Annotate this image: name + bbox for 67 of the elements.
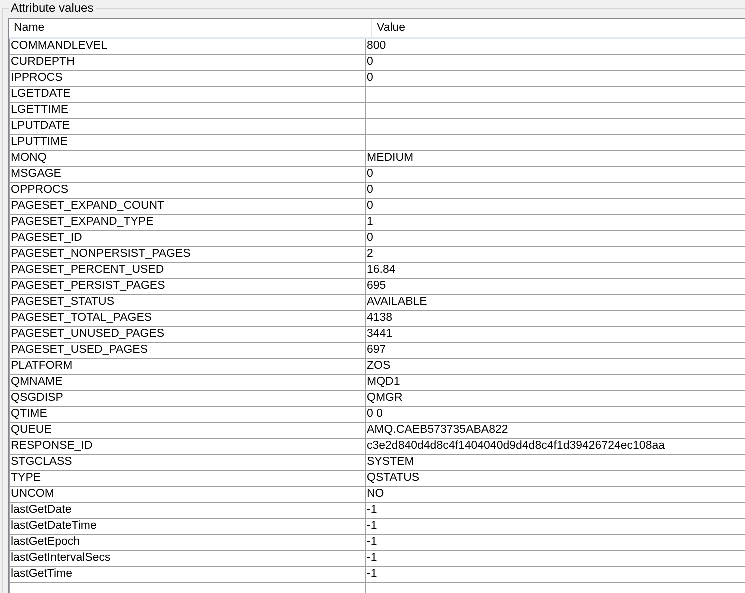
table-cell: MSGAGE bbox=[11, 168, 62, 180]
table-cell: PAGESET_EXPAND_TYPE bbox=[11, 216, 154, 228]
table-cell: TYPE bbox=[11, 472, 42, 484]
table-cell: 0 0 bbox=[367, 408, 383, 420]
table-cell: ZOS bbox=[367, 360, 391, 372]
table-cell: 0 bbox=[367, 200, 374, 212]
table-cell: CURDEPTH bbox=[11, 56, 75, 68]
table-cell: AVAILABLE bbox=[367, 296, 428, 308]
table-cell: 800 bbox=[367, 40, 386, 52]
table-cell: STGCLASS bbox=[11, 456, 72, 468]
table-cell: PAGESET_ID bbox=[11, 232, 82, 244]
table-cell: 16.84 bbox=[367, 264, 396, 276]
table-cell: NO bbox=[367, 488, 384, 500]
table-cell: 0 bbox=[367, 72, 374, 84]
table-cell: PAGESET_STATUS bbox=[11, 296, 115, 308]
table-cell: COMMANDLEVEL bbox=[11, 40, 108, 52]
table-cell: RESPONSE_ID bbox=[11, 440, 93, 452]
table-cell: 2 bbox=[367, 248, 374, 260]
table-cell: PAGESET_TOTAL_PAGES bbox=[11, 312, 152, 324]
table-cell: 0 bbox=[367, 168, 374, 180]
table-cell: c3e2d840d4d8c4f1404040d9d4d8c4f1d39426724ec108aa bbox=[367, 440, 666, 452]
table-cell: -1 bbox=[367, 520, 378, 532]
table-cell: LGETTIME bbox=[11, 104, 69, 116]
table-cell: MONQ bbox=[11, 152, 47, 164]
column-header[interactable]: Name bbox=[9, 19, 372, 37]
table-cell: PAGESET_NONPERSIST_PAGES bbox=[11, 248, 191, 260]
column-header[interactable]: Value bbox=[372, 19, 745, 37]
table-cell: -1 bbox=[367, 568, 378, 580]
table-cell: PAGESET_EXPAND_COUNT bbox=[11, 200, 165, 212]
table-cell: 695 bbox=[367, 280, 386, 292]
table-cell: PAGESET_PERCENT_USED bbox=[11, 264, 164, 276]
table-cell: lastGetDate bbox=[11, 504, 72, 516]
table-cell: 697 bbox=[367, 344, 386, 356]
table-cell: QSGDISP bbox=[11, 392, 64, 404]
group-title: Attribute values bbox=[9, 1, 96, 15]
table-cell: LPUTDATE bbox=[11, 120, 70, 132]
table-cell: 3441 bbox=[367, 328, 393, 340]
table-cell: AMQ.CAEB573735ABA822 bbox=[367, 424, 508, 436]
table-cell: -1 bbox=[367, 552, 378, 564]
table-cell: QMGR bbox=[367, 392, 403, 404]
table-cell: QMNAME bbox=[11, 376, 63, 388]
table-cell: MQD1 bbox=[367, 376, 400, 388]
table-cell: 0 bbox=[367, 232, 374, 244]
table-cell: PAGESET_UNUSED_PAGES bbox=[11, 328, 165, 340]
table-cell: QSTATUS bbox=[367, 472, 420, 484]
table-cell: lastGetEpoch bbox=[11, 536, 80, 548]
table-cell: lastGetIntervalSecs bbox=[11, 552, 111, 564]
table-cell: PLATFORM bbox=[11, 360, 73, 372]
table-cell: 1 bbox=[367, 216, 374, 228]
table-cell: LPUTTIME bbox=[11, 136, 68, 148]
table-cell: SYSTEM bbox=[367, 456, 414, 468]
table-cell: LGETDATE bbox=[11, 88, 71, 100]
table-cell: QTIME bbox=[11, 408, 48, 420]
table-cell: OPPROCS bbox=[11, 184, 69, 196]
table-cell: UNCOM bbox=[11, 488, 54, 500]
table-cell: -1 bbox=[367, 536, 378, 548]
table-cell: MEDIUM bbox=[367, 152, 414, 164]
table-cell: PAGESET_USED_PAGES bbox=[11, 344, 148, 356]
table-cell: lastGetDateTime bbox=[11, 520, 97, 532]
table-cell: -1 bbox=[367, 504, 378, 516]
table-cell: IPPROCS bbox=[11, 72, 63, 84]
table-cell: lastGetTime bbox=[11, 568, 73, 580]
table-cell: QUEUE bbox=[11, 424, 52, 436]
table-cell: 4138 bbox=[367, 312, 393, 324]
table-cell: 0 bbox=[367, 184, 374, 196]
table-cell: PAGESET_PERSIST_PAGES bbox=[11, 280, 166, 292]
table-cell: 0 bbox=[367, 56, 374, 68]
